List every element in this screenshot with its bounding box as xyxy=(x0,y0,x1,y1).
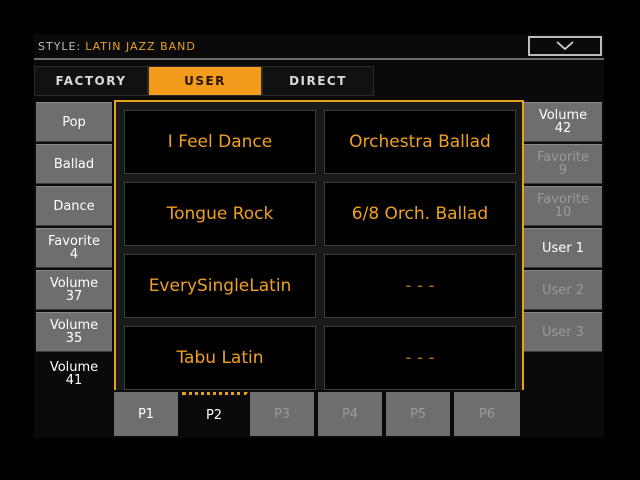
bank-button-pop[interactable]: Pop xyxy=(36,102,112,142)
style-slot[interactable]: EverySingleLatin xyxy=(124,254,316,318)
style-slot-empty[interactable]: - - - xyxy=(324,326,516,390)
page-tab-p1[interactable]: P1 xyxy=(114,392,180,436)
bank-button-favorite-9[interactable]: Favorite 9 xyxy=(524,144,602,184)
tab-direct-label: DIRECT xyxy=(289,74,347,88)
bank-button-user-3[interactable]: User 3 xyxy=(524,312,602,352)
bank-button-favorite-4[interactable]: Favorite 4 xyxy=(36,228,112,268)
page-tab-p3[interactable]: P3 xyxy=(250,392,316,436)
chevron-down-icon xyxy=(556,41,574,51)
bank-button-volume-42[interactable]: Volume 42 xyxy=(524,102,602,142)
tab-factory[interactable]: FACTORY xyxy=(34,66,148,96)
bank-button-ballad[interactable]: Ballad xyxy=(36,144,112,184)
page-tab-p5[interactable]: P5 xyxy=(386,392,452,436)
bank-button-user-2[interactable]: User 2 xyxy=(524,270,602,310)
page-tab-p6[interactable]: P6 xyxy=(454,392,522,436)
current-style: STYLE: LATIN JAZZ BAND xyxy=(38,40,196,53)
bank-tabs: FACTORY USER DIRECT xyxy=(34,66,604,98)
tab-factory-label: FACTORY xyxy=(55,74,127,88)
tab-user-label: USER xyxy=(184,74,226,88)
page-tabs: P1 P2 P3 P4 P5 P6 xyxy=(114,392,524,438)
style-slot[interactable]: 6/8 Orch. Ballad xyxy=(324,182,516,246)
page-tab-p2[interactable]: P2 xyxy=(182,392,248,436)
header-bar: STYLE: LATIN JAZZ BAND xyxy=(34,34,604,60)
tab-direct[interactable]: DIRECT xyxy=(262,66,374,96)
right-bank-column: Volume 42 Favorite 9 Favorite 10 User 1 … xyxy=(524,102,604,438)
style-slot[interactable]: Orchestra Ballad xyxy=(324,110,516,174)
bank-button-volume-37[interactable]: Volume 37 xyxy=(36,270,112,310)
style-name: LATIN JAZZ BAND xyxy=(85,40,196,53)
menu-dropdown-button[interactable] xyxy=(528,36,602,56)
style-slot[interactable]: I Feel Dance xyxy=(124,110,316,174)
bank-button-user-1[interactable]: User 1 xyxy=(524,228,602,268)
bank-button-favorite-10[interactable]: Favorite 10 xyxy=(524,186,602,226)
bank-button-dance[interactable]: Dance xyxy=(36,186,112,226)
bank-button-volume-35[interactable]: Volume 35 xyxy=(36,312,112,352)
style-slot[interactable]: Tabu Latin xyxy=(124,326,316,390)
bank-button-volume-41[interactable]: Volume 41 xyxy=(36,354,112,394)
style-slot[interactable]: Tongue Rock xyxy=(124,182,316,246)
style-select-screen: STYLE: LATIN JAZZ BAND FACTORY USER DIREC… xyxy=(34,34,604,438)
style-slot-empty[interactable]: - - - xyxy=(324,254,516,318)
style-prefix: STYLE: xyxy=(38,40,82,53)
left-bank-column: Pop Ballad Dance Favorite 4 Volume 37 Vo… xyxy=(34,102,114,438)
style-grid: I Feel Dance Orchestra Ballad Tongue Roc… xyxy=(114,100,524,390)
tab-user[interactable]: USER xyxy=(148,66,262,96)
page-tab-p4[interactable]: P4 xyxy=(318,392,384,436)
